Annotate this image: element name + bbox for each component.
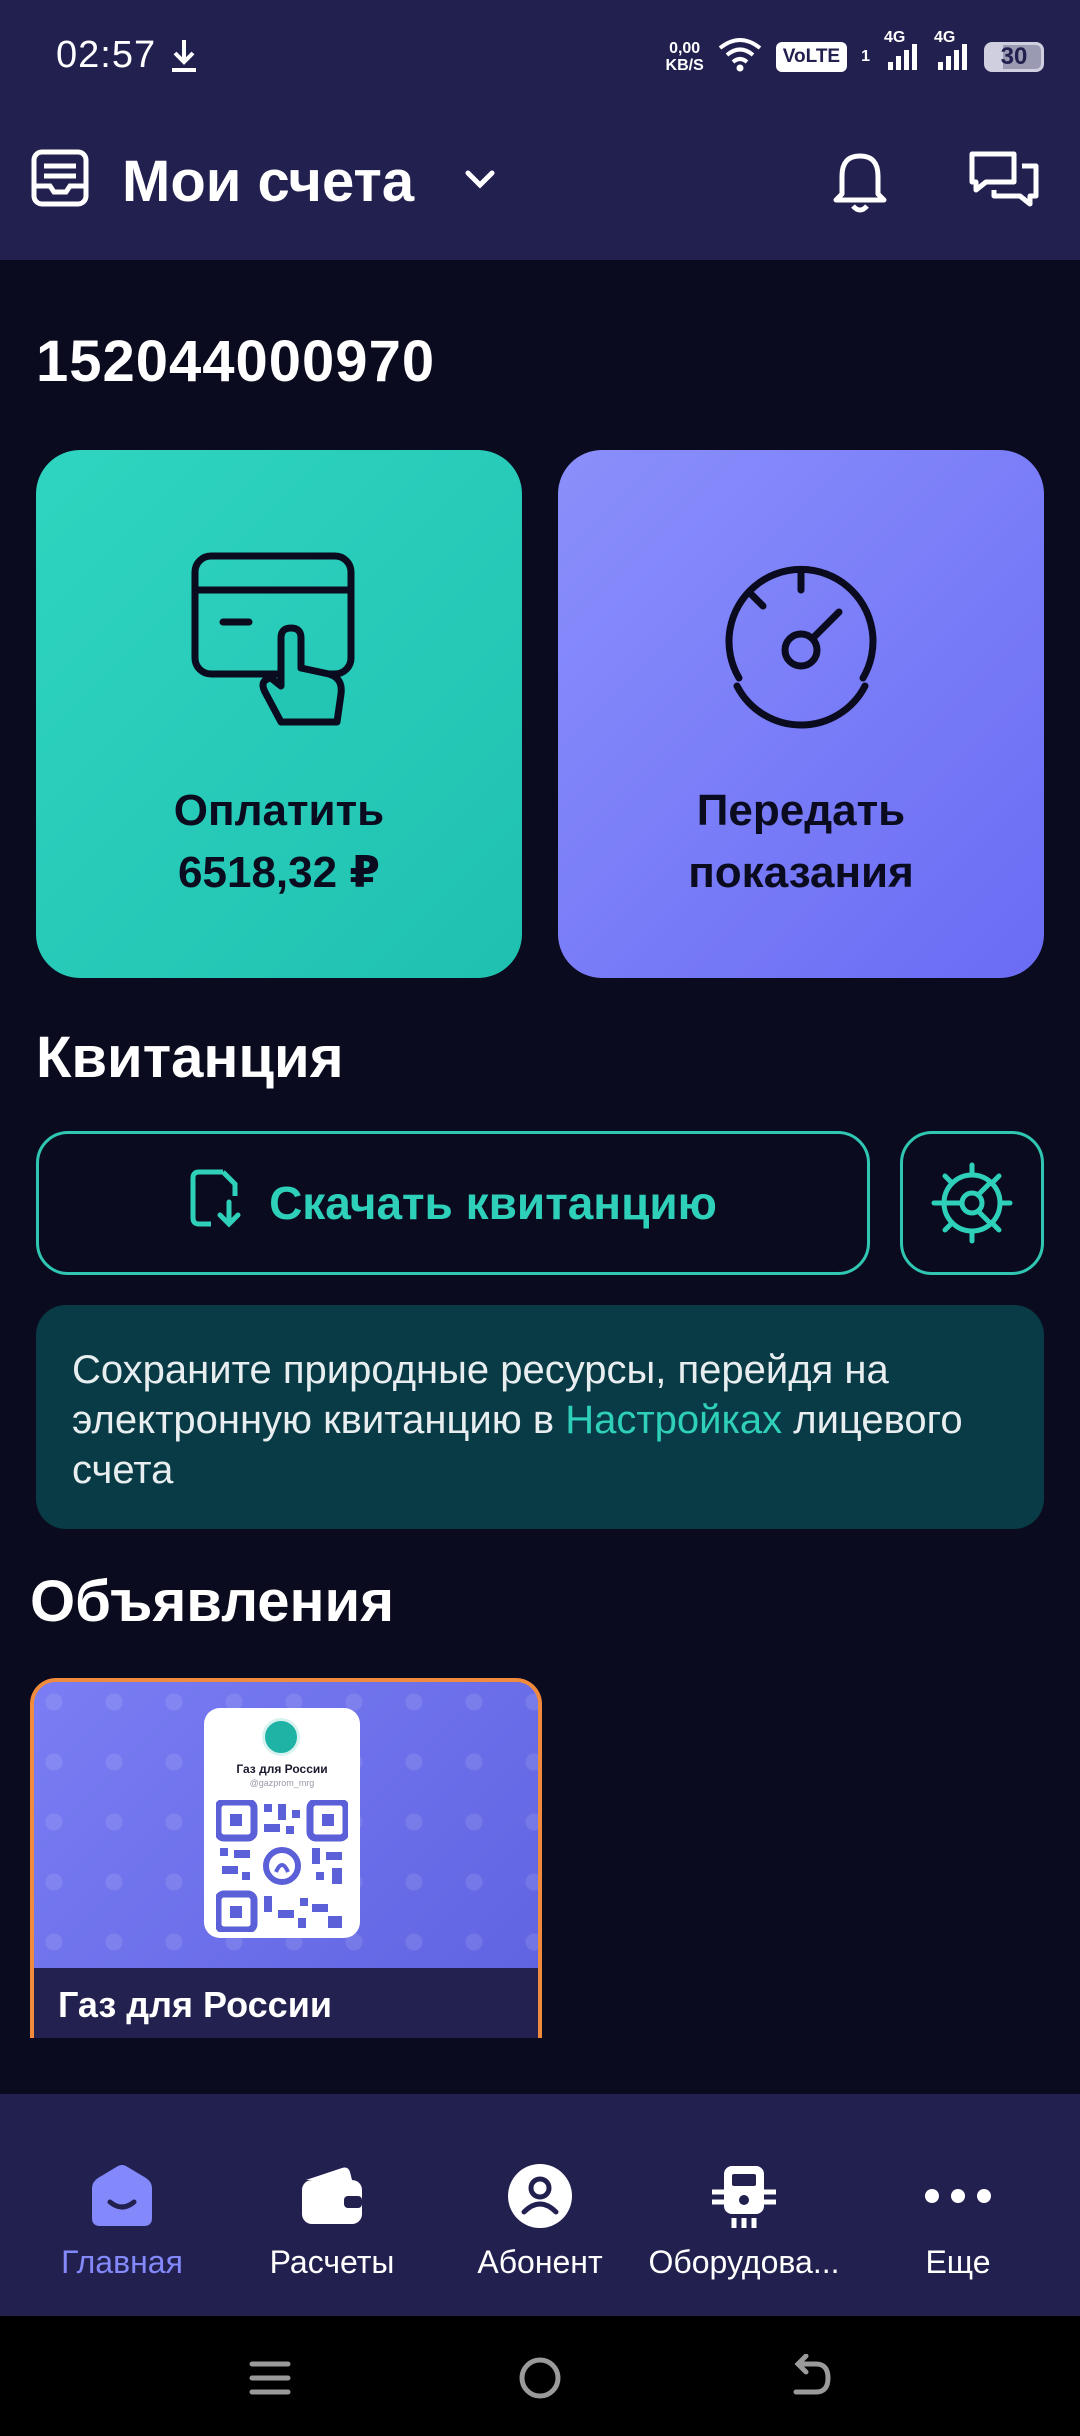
card-tap-icon — [191, 552, 355, 726]
gear-icon — [931, 1162, 1013, 1244]
signal-icon-1: 4G — [884, 30, 920, 77]
wifi-icon — [718, 36, 762, 77]
announcement-title: Газ для России — [58, 1984, 332, 2025]
system-navigation-bar — [0, 2316, 1080, 2436]
accounts-list-icon[interactable] — [28, 146, 92, 215]
nav-equipment[interactable]: Оборудова... — [636, 2094, 852, 2316]
battery-icon: 30 — [984, 41, 1044, 72]
eco-receipt-notice: Сохраните природные ресурсы, перейдя на … — [36, 1305, 1044, 1529]
notifications-bell-icon[interactable] — [820, 140, 900, 225]
account-number: 152044000970 — [36, 329, 436, 394]
page-title[interactable]: Мои счета — [122, 148, 414, 215]
submit-readings-tile[interactable]: Передать показания — [558, 450, 1044, 978]
menu-icon[interactable] — [246, 2354, 294, 2402]
nav-home[interactable]: Главная — [14, 2094, 230, 2316]
settings-link[interactable]: Настройках — [565, 1398, 782, 1442]
pay-tile[interactable]: Оплатить 6518,32 ₽ — [36, 450, 522, 978]
bottom-navigation: Главная Расчеты Абонент Оборудова... Еще — [0, 2094, 1080, 2316]
sim1-indicator: 1 — [861, 47, 870, 65]
receipt-settings-button[interactable] — [900, 1131, 1044, 1275]
qr-code-icon — [216, 1800, 348, 1932]
gazprom-logo-icon — [262, 1718, 300, 1756]
status-bar: 02:57 0,00 KB/S VoLTE 1 4G 4G 30 — [0, 0, 1080, 118]
home-icon — [92, 2165, 152, 2226]
download-icon — [168, 36, 200, 81]
network-speed: 0,00 KB/S — [665, 39, 704, 74]
volte-badge: VoLTE — [775, 41, 848, 72]
nav-payments[interactable]: Расчеты — [224, 2094, 440, 2316]
user-profile-icon — [508, 2164, 572, 2228]
home-circle-icon[interactable] — [516, 2354, 564, 2402]
meter-label-line2: показания — [688, 848, 914, 897]
nav-subscriber[interactable]: Абонент — [432, 2094, 648, 2316]
wallet-icon — [302, 2167, 362, 2224]
chat-icon[interactable] — [964, 140, 1044, 225]
meter-label-line1: Передать — [696, 786, 906, 835]
nav-more[interactable]: Еще — [850, 2094, 1066, 2316]
announcement-card[interactable]: Газ для России @gazprom_mrg Газ для Росс… — [30, 1678, 542, 2038]
status-indicators: 0,00 KB/S VoLTE 1 4G 4G 30 — [665, 30, 1044, 77]
download-receipt-label: Скачать квитанцию — [269, 1177, 717, 1229]
status-time: 02:57 — [56, 34, 157, 76]
file-download-icon — [189, 1168, 245, 1239]
pay-label: Оплатить — [173, 786, 385, 835]
back-icon[interactable] — [786, 2354, 834, 2402]
pay-amount: 6518,32 ₽ — [178, 848, 380, 897]
more-dots-icon — [925, 2189, 991, 2203]
gas-meter-icon — [712, 2166, 776, 2228]
download-receipt-button[interactable]: Скачать квитанцию — [36, 1131, 870, 1275]
announcements-section-title: Объявления — [30, 1569, 395, 1634]
receipt-section-title: Квитанция — [36, 1025, 344, 1090]
qr-card: Газ для России @gazprom_mrg — [204, 1708, 360, 1938]
gauge-icon — [725, 565, 877, 729]
app-header: Мои счета — [0, 118, 1080, 260]
chevron-down-icon[interactable] — [462, 164, 498, 199]
signal-icon-2: 4G — [934, 30, 970, 77]
